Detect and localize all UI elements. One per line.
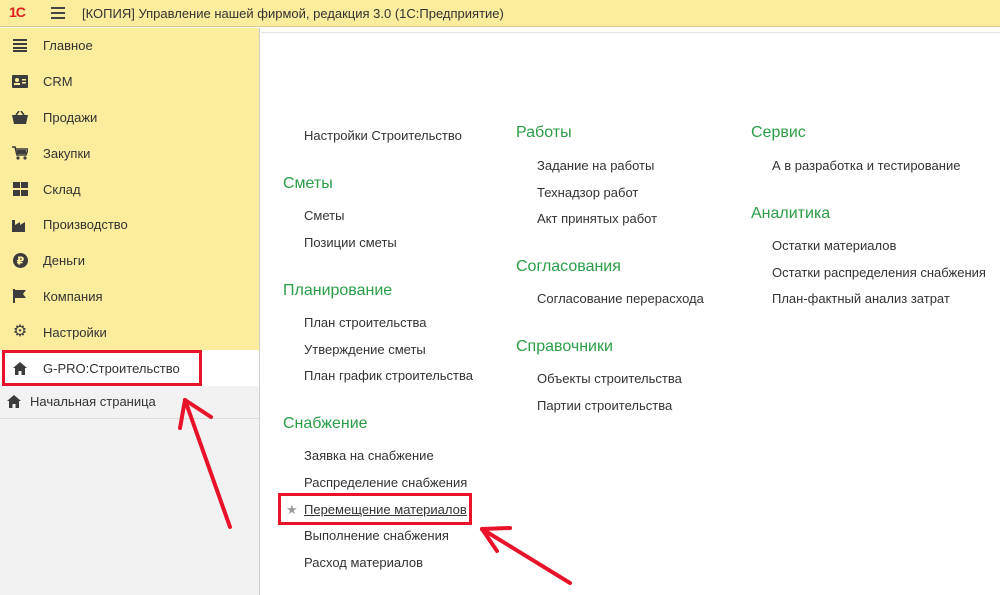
- home-link-label: Начальная страница: [30, 394, 156, 410]
- divider: [261, 28, 1000, 33]
- section-purchases[interactable]: Закупки: [0, 135, 259, 171]
- contact-card-icon: [12, 74, 28, 90]
- command-estimates[interactable]: Сметы: [304, 208, 344, 223]
- command-work-assignment[interactable]: Задание на работы: [537, 158, 654, 173]
- group-title-supply: Снабжение: [283, 415, 368, 432]
- group-title-approvals: Согласования: [516, 258, 621, 275]
- command-construction-objects[interactable]: Объекты строительства: [537, 371, 682, 386]
- section-label: Закупки: [43, 145, 91, 161]
- section-label: Склад: [43, 181, 81, 197]
- section-label: Производство: [43, 217, 128, 233]
- section-label: Продажи: [43, 109, 98, 125]
- section-crm[interactable]: CRM: [0, 64, 259, 100]
- basket-icon: [12, 109, 28, 125]
- logo-1c-icon[interactable]: 1С: [9, 3, 39, 23]
- factory-icon: [12, 217, 28, 233]
- sections-panel: Главное CRM Продажи Закупки Склад Произв…: [0, 28, 260, 595]
- window-title: [КОПИЯ] Управление нашей фирмой, редакци…: [82, 5, 504, 21]
- group-title-directories: Справочники: [516, 338, 613, 355]
- highlight-box-command: [278, 493, 472, 525]
- title-bar: 1С [КОПИЯ] Управление нашей фирмой, реда…: [0, 0, 1000, 27]
- section-company[interactable]: Компания: [0, 279, 259, 315]
- highlight-box-section: [2, 350, 202, 386]
- main-menu-icon[interactable]: [51, 7, 65, 19]
- section-main[interactable]: Главное: [0, 28, 259, 64]
- section-label: Настройки: [43, 324, 107, 340]
- section-production[interactable]: Производство: [0, 207, 259, 243]
- section-warehouse[interactable]: Склад: [0, 171, 259, 207]
- group-title-analytics: Аналитика: [751, 205, 831, 222]
- group-title-estimates: Сметы: [283, 175, 333, 192]
- section-label: CRM: [43, 74, 73, 90]
- command-material-consumption[interactable]: Расход материалов: [304, 555, 423, 570]
- gear-icon: ⚙: [12, 323, 28, 341]
- command-supply-execution[interactable]: Выполнение снабжения: [304, 528, 449, 543]
- command-construction-schedule[interactable]: План график строительства: [304, 368, 473, 383]
- section-label: Компания: [43, 288, 103, 304]
- svg-text:₽: ₽: [16, 255, 24, 268]
- grid-icon: [12, 181, 28, 197]
- section-sales[interactable]: Продажи: [0, 100, 259, 136]
- command-supply-distribution[interactable]: Распределение снабжения: [304, 475, 467, 490]
- section-label: Деньги: [43, 253, 85, 269]
- command-estimate-approval[interactable]: Утверждение сметы: [304, 342, 426, 357]
- home-icon: [6, 394, 22, 410]
- command-construction-batches[interactable]: Партии строительства: [537, 398, 672, 413]
- group-title-works: Работы: [516, 124, 572, 141]
- list-icon: [12, 38, 28, 54]
- home-page-link[interactable]: Начальная страница: [0, 385, 259, 419]
- command-development-testing[interactable]: А в разработка и тестирование: [772, 158, 960, 173]
- command-technical-supervision[interactable]: Технадзор работ: [537, 185, 638, 200]
- command-plan-fact-analysis[interactable]: План-фактный анализ затрат: [772, 291, 950, 306]
- section-money[interactable]: ₽ Деньги: [0, 243, 259, 279]
- flag-icon: [12, 288, 28, 304]
- command-supply-distribution-balances[interactable]: Остатки распределения снабжения: [772, 265, 986, 280]
- cart-icon: [12, 145, 28, 161]
- command-acceptance-act[interactable]: Акт принятых работ: [537, 211, 657, 226]
- command-material-balances[interactable]: Остатки материалов: [772, 238, 896, 253]
- section-label: Главное: [43, 38, 93, 54]
- command-supply-request[interactable]: Заявка на снабжение: [304, 448, 434, 463]
- ruble-coin-icon: ₽: [12, 253, 28, 269]
- group-title-planning: Планирование: [283, 282, 393, 299]
- group-title-service: Сервис: [751, 124, 806, 141]
- command-construction-plan[interactable]: План строительства: [304, 315, 427, 330]
- command-construction-settings[interactable]: Настройки Строительство: [304, 128, 462, 143]
- command-estimate-positions[interactable]: Позиции сметы: [304, 235, 397, 250]
- section-settings[interactable]: ⚙ Настройки: [0, 314, 259, 350]
- command-overspend-approval[interactable]: Согласование перерасхода: [537, 291, 704, 306]
